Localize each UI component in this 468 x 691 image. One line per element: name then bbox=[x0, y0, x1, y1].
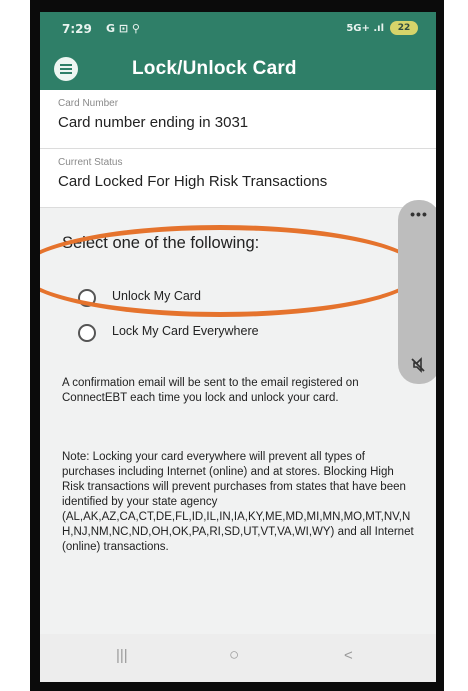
confirmation-text: A confirmation email will be sent to the… bbox=[62, 377, 359, 404]
hamburger-menu-icon[interactable] bbox=[54, 57, 78, 81]
page-title: Lock/Unlock Card bbox=[132, 58, 297, 79]
status-bar: 7:29 G ⊡ ⚲ 5G+ .ıl 22 bbox=[40, 12, 436, 48]
recents-icon[interactable]: ||| bbox=[116, 647, 128, 664]
status-time: 7:29 bbox=[62, 22, 92, 36]
mute-icon[interactable] bbox=[409, 356, 427, 377]
more-icon[interactable]: ••• bbox=[398, 206, 436, 222]
current-status-value: Card Locked For High Risk Transactions bbox=[58, 173, 328, 190]
app-screen: 7:29 G ⊡ ⚲ 5G+ .ıl 22 Lock/Unlock Card C… bbox=[40, 12, 436, 682]
notification-icons: G ⊡ ⚲ bbox=[106, 22, 140, 35]
option-label: Lock My Card Everywhere bbox=[112, 324, 259, 338]
app-bar: Lock/Unlock Card bbox=[40, 48, 436, 90]
system-nav-bar: ||| ○ < bbox=[40, 634, 436, 682]
back-icon[interactable]: < bbox=[344, 647, 353, 664]
current-status-field: Current Status Card Locked For High Risk… bbox=[40, 149, 436, 208]
phone-frame: 7:29 G ⊡ ⚲ 5G+ .ıl 22 Lock/Unlock Card C… bbox=[30, 0, 444, 691]
highlight-oval-annotation bbox=[40, 225, 422, 317]
note-text: Note: Locking your card everywhere will … bbox=[62, 451, 414, 553]
radio-lock-everywhere[interactable] bbox=[78, 324, 96, 342]
floating-side-panel[interactable]: ••• bbox=[398, 200, 436, 384]
battery-icon: 22 bbox=[390, 21, 418, 35]
current-status-label: Current Status bbox=[58, 157, 123, 168]
signal-indicator: 5G+ .ıl bbox=[346, 23, 384, 34]
home-icon[interactable]: ○ bbox=[229, 645, 239, 665]
card-number-label: Card Number bbox=[58, 98, 119, 109]
card-number-value: Card number ending in 3031 bbox=[58, 114, 249, 131]
card-number-field: Card Number Card number ending in 3031 bbox=[40, 90, 436, 149]
